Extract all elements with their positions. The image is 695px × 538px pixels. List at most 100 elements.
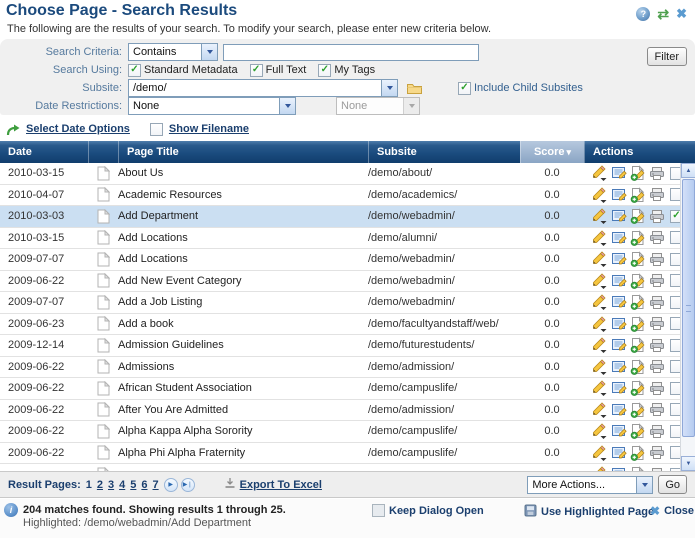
select-date-options-link[interactable]: Select Date Options <box>26 123 130 135</box>
row-select-checkbox[interactable] <box>670 425 680 438</box>
print-icon[interactable] <box>649 273 665 288</box>
search-using-checkbox[interactable] <box>250 64 263 77</box>
row-select-checkbox[interactable] <box>670 188 680 201</box>
edit-properties-icon[interactable] <box>611 337 627 353</box>
edit-properties-icon[interactable] <box>611 359 627 375</box>
include-child-subsites-checkbox[interactable] <box>458 82 471 95</box>
edit-page-icon[interactable] <box>630 165 646 181</box>
print-icon[interactable] <box>649 338 665 353</box>
table-row[interactable]: 2010-04-07Academic Resources/demo/academ… <box>0 185 680 207</box>
edit-page-icon[interactable] <box>630 208 646 224</box>
scroll-up-icon[interactable]: ▲ <box>681 163 695 178</box>
table-row[interactable]: 2009-12-14Admission Guidelines/demo/futu… <box>0 335 680 357</box>
edit-properties-icon[interactable] <box>611 423 627 439</box>
table-scrollbar[interactable]: ▲ ▼ <box>680 163 695 471</box>
edit-content-icon[interactable] <box>591 230 608 246</box>
table-row[interactable]: 2009-06-22After You Are Admitted/demo/ad… <box>0 400 680 422</box>
edit-page-icon[interactable] <box>630 294 646 310</box>
edit-content-icon[interactable] <box>591 316 608 332</box>
edit-properties-icon[interactable] <box>611 402 627 418</box>
edit-page-icon[interactable] <box>630 423 646 439</box>
edit-properties-icon[interactable] <box>611 294 627 310</box>
more-actions-select[interactable]: More Actions... <box>527 476 653 494</box>
edit-properties-icon[interactable] <box>611 208 627 224</box>
column-header-score[interactable]: Score▾ <box>520 141 584 163</box>
print-icon[interactable] <box>649 359 665 374</box>
print-icon[interactable] <box>649 230 665 245</box>
row-select-checkbox[interactable] <box>670 210 680 223</box>
edit-page-icon[interactable] <box>630 187 646 203</box>
date-restrictions-select[interactable]: None <box>128 97 296 115</box>
row-select-checkbox[interactable] <box>670 382 680 395</box>
close-x-icon[interactable]: ✖ <box>650 504 660 518</box>
edit-properties-icon[interactable] <box>611 187 627 203</box>
table-row[interactable]: 2009-06-22Add New Event Category/demo/we… <box>0 271 680 293</box>
row-select-checkbox[interactable] <box>670 339 680 352</box>
page-number-link[interactable]: 7 <box>153 479 159 491</box>
edit-content-icon[interactable] <box>591 359 608 375</box>
edit-content-icon[interactable] <box>591 445 608 461</box>
print-icon[interactable] <box>649 445 665 460</box>
edit-content-icon[interactable] <box>591 402 608 418</box>
row-select-checkbox[interactable] <box>670 167 680 180</box>
print-icon[interactable] <box>649 166 665 181</box>
search-criteria-input[interactable] <box>223 44 479 61</box>
show-filename-link[interactable]: Show Filename <box>169 123 249 135</box>
row-select-checkbox[interactable] <box>670 403 680 416</box>
keep-dialog-open-label[interactable]: Keep Dialog Open <box>389 505 484 517</box>
print-icon[interactable] <box>649 316 665 331</box>
row-select-checkbox[interactable] <box>670 274 680 287</box>
print-icon[interactable] <box>649 252 665 267</box>
print-icon[interactable] <box>649 187 665 202</box>
row-select-checkbox[interactable] <box>670 317 680 330</box>
close-button[interactable]: Close <box>664 505 694 517</box>
table-row[interactable]: 2009-06-23Add a book/demo/facultyandstaf… <box>0 314 680 336</box>
edit-content-icon[interactable] <box>591 165 608 181</box>
edit-content-icon[interactable] <box>591 251 608 267</box>
row-select-checkbox[interactable] <box>670 253 680 266</box>
edit-content-icon[interactable] <box>591 380 608 396</box>
subsite-select[interactable]: /demo/ <box>128 79 398 97</box>
column-header-subsite[interactable]: Subsite <box>368 141 520 163</box>
edit-content-icon[interactable] <box>591 294 608 310</box>
edit-properties-icon[interactable] <box>611 380 627 396</box>
table-row[interactable]: 2010-03-03Add Department/demo/webadmin/0… <box>0 206 680 228</box>
export-to-excel-link[interactable]: Export To Excel <box>240 479 322 491</box>
edit-page-icon[interactable] <box>630 273 646 289</box>
edit-page-icon[interactable] <box>630 230 646 246</box>
table-row[interactable]: 2009-06-22Admissions/demo/admission/0.0 <box>0 357 680 379</box>
page-number-link[interactable]: 6 <box>141 479 147 491</box>
edit-properties-icon[interactable] <box>611 273 627 289</box>
row-select-checkbox[interactable] <box>670 360 680 373</box>
page-number-link[interactable]: 4 <box>119 479 125 491</box>
table-row[interactable]: 2010-03-15Add Locations/demo/alumni/0.0 <box>0 228 680 250</box>
edit-page-icon[interactable] <box>630 445 646 461</box>
edit-page-icon[interactable] <box>630 402 646 418</box>
edit-page-icon[interactable] <box>630 380 646 396</box>
table-row[interactable]: 2009-06-22Alpha Kappa Alpha Sorority/dem… <box>0 421 680 443</box>
page-number-link[interactable]: 3 <box>108 479 114 491</box>
edit-content-icon[interactable] <box>591 337 608 353</box>
column-header-date[interactable]: Date <box>0 141 88 163</box>
edit-content-icon[interactable] <box>591 273 608 289</box>
row-select-checkbox[interactable] <box>670 231 680 244</box>
edit-properties-icon[interactable] <box>611 316 627 332</box>
table-row[interactable]: 2009-07-07Add Locations/demo/webadmin/0.… <box>0 249 680 271</box>
dialog-close-icon[interactable]: ✖ <box>676 7 687 21</box>
edit-page-icon[interactable] <box>630 359 646 375</box>
edit-properties-icon[interactable] <box>611 445 627 461</box>
browse-folder-icon[interactable] <box>406 81 422 95</box>
page-number-link[interactable]: 5 <box>130 479 136 491</box>
edit-content-icon[interactable] <box>591 208 608 224</box>
edit-page-icon[interactable] <box>630 251 646 267</box>
edit-content-icon[interactable] <box>591 187 608 203</box>
row-select-checkbox[interactable] <box>670 446 680 459</box>
table-row[interactable]: 2009-07-07Add a Job Listing/demo/webadmi… <box>0 292 680 314</box>
last-page-icon[interactable]: ▶❘ <box>181 478 195 492</box>
table-row[interactable]: 2009-06-22Alpha Phi Alpha Fraternity/dem… <box>0 443 680 465</box>
edit-page-icon[interactable] <box>630 316 646 332</box>
next-page-icon[interactable]: ▶ <box>164 478 178 492</box>
edit-content-icon[interactable] <box>591 423 608 439</box>
page-number-link[interactable]: 2 <box>97 479 103 491</box>
help-icon[interactable]: ? <box>636 7 650 21</box>
